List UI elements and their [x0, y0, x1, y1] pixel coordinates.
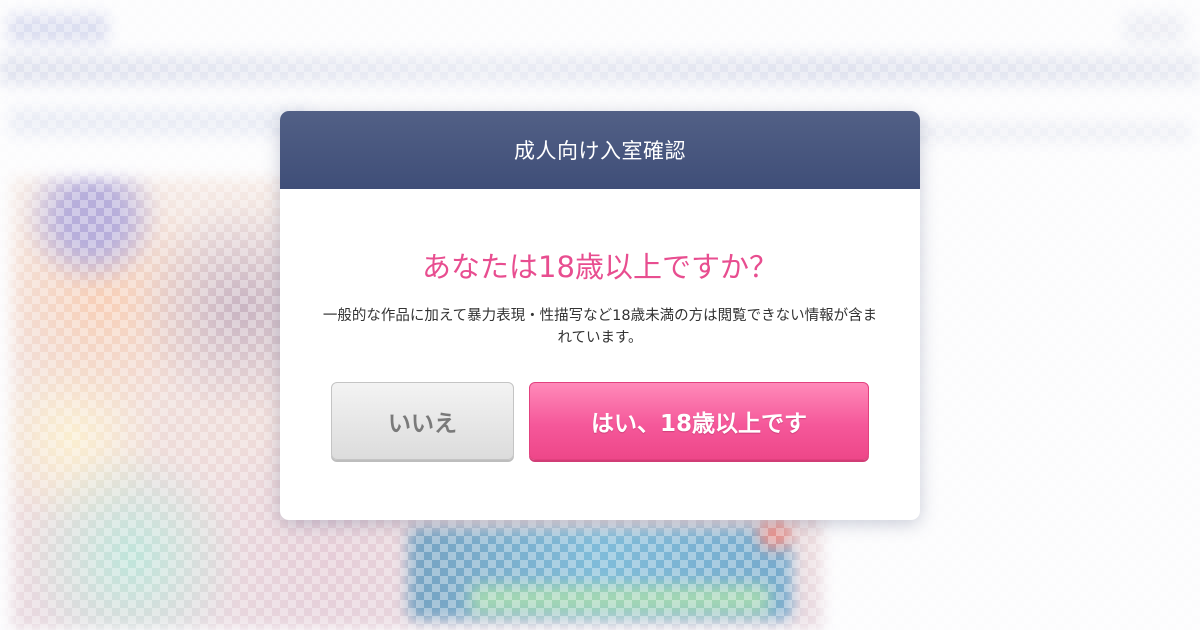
age-verification-dialog: 成人向け入室確認 あなたは18歳以上ですか？ 一般的な作品に加えて暴力表現・性描… — [280, 111, 920, 520]
content-warning-text: 一般的な作品に加えて暴力表現・性描写など18歳未満の方は閲覧できない情報が含まれ… — [322, 308, 878, 346]
dialog-header: 成人向け入室確認 — [280, 111, 920, 189]
dialog-actions: いいえ はい、18歳以上です — [331, 382, 869, 460]
age-question: あなたは18歳以上ですか？ — [422, 250, 778, 284]
page: 成人向け入室確認 あなたは18歳以上ですか？ 一般的な作品に加えて暴力表現・性描… — [0, 0, 1200, 630]
yes-over-18-button[interactable]: はい、18歳以上です — [529, 382, 869, 460]
yes-button-label: はい、18歳以上です — [590, 411, 807, 437]
dialog-title: 成人向け入室確認 — [514, 139, 686, 163]
no-button[interactable]: いいえ — [331, 382, 514, 460]
dialog-body: あなたは18歳以上ですか？ 一般的な作品に加えて暴力表現・性描写など18歳未満の… — [280, 189, 920, 349]
no-button-label: いいえ — [388, 411, 457, 437]
